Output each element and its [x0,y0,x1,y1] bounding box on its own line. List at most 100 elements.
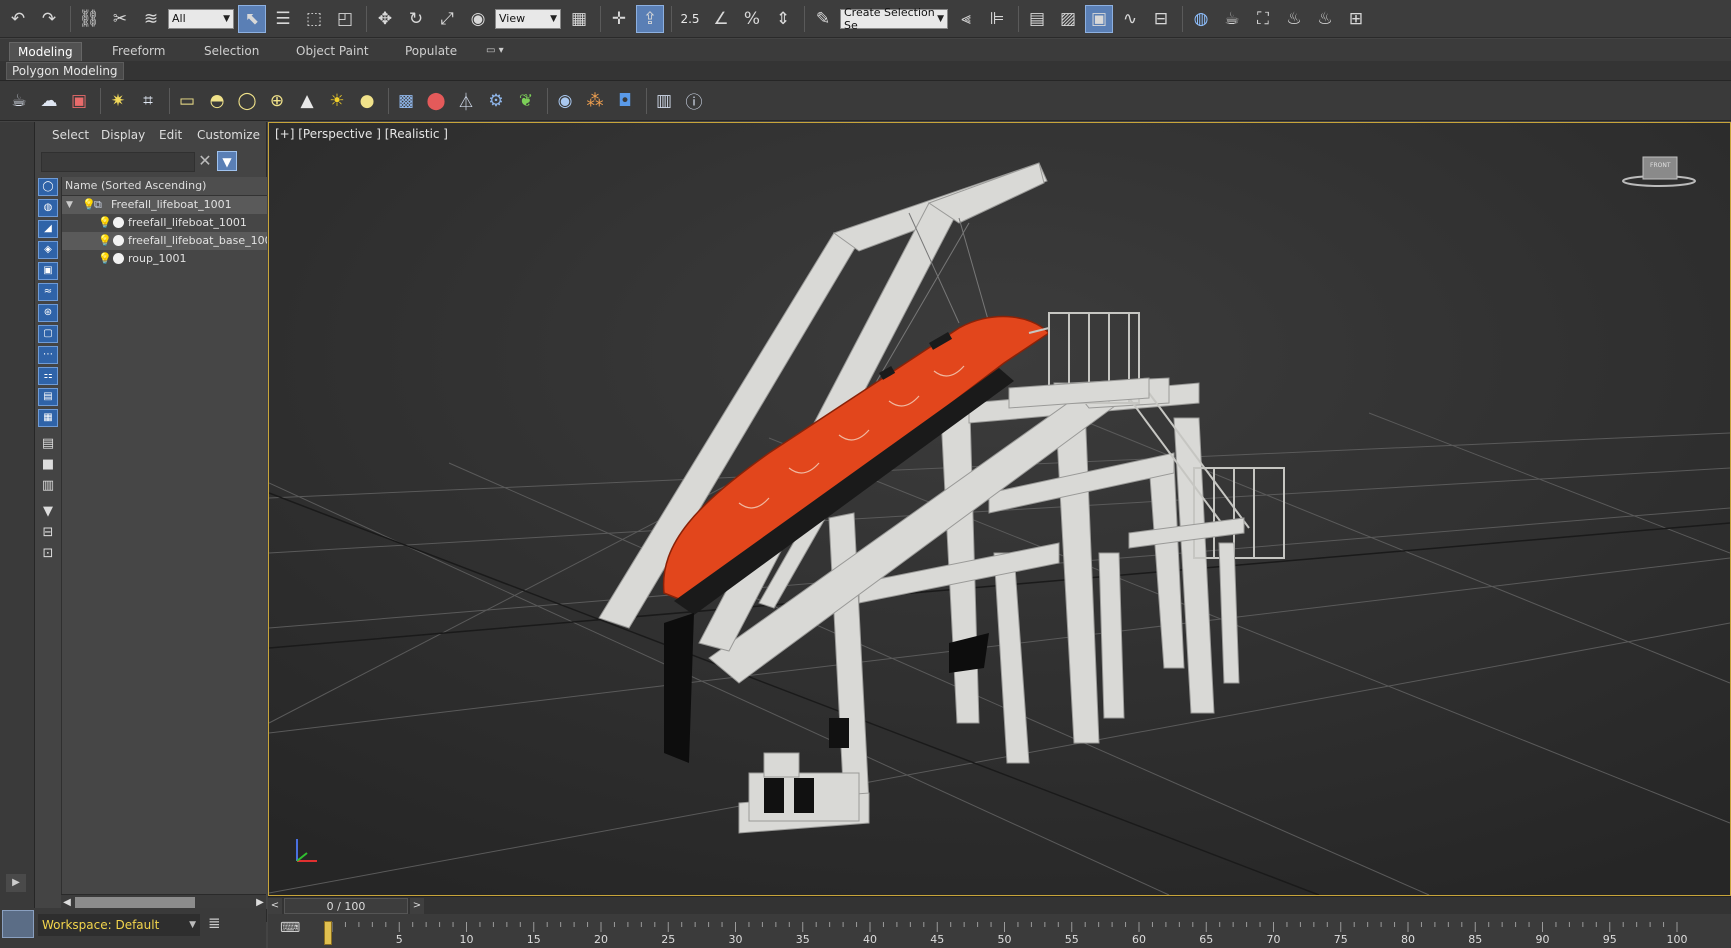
light-icon[interactable]: ✷ [105,88,131,114]
display-containers-icon[interactable]: ▤ [38,388,58,406]
tripod-icon[interactable]: ⏃ [453,88,479,114]
ribbon-options-icon[interactable]: ▭ ▾ [478,42,512,60]
cloud-icon[interactable]: ☁ [36,88,62,114]
display-spacewarps-icon[interactable]: ⊛ [38,304,58,322]
time-slider[interactable]: < 0 / 100 > [268,896,1731,915]
box-icon[interactable]: ▭ [174,88,200,114]
window-crossing-icon[interactable]: ◰ [331,5,359,33]
display-bones-icon[interactable]: ⚏ [38,367,58,385]
tab-populate[interactable]: Populate [397,42,465,60]
curve-editor-icon[interactable]: ∿ [1116,5,1144,33]
unlink-icon[interactable]: ✂ [106,5,134,33]
sky-icon[interactable]: ● [354,88,380,114]
layers-icon[interactable]: ≣ [208,914,221,932]
reference-coordinate-dropdown[interactable]: View ▼ [495,8,561,29]
hemisphere-icon[interactable]: ◓ [204,88,230,114]
gear-icon[interactable]: ⚙ [483,88,509,114]
image-plane-icon[interactable]: ▣ [66,88,92,114]
perspective-viewport[interactable]: [+] [Perspective ] [Realistic ] FRONT [268,122,1731,896]
link-icon[interactable]: ⛓ [75,5,103,33]
cone-icon[interactable]: ▲ [294,88,320,114]
maxscript-mini-listener[interactable] [2,910,34,938]
render-production-icon[interactable]: ♨ [1280,5,1308,33]
geosphere-icon[interactable]: ⊕ [264,88,290,114]
schematic-view-icon[interactable]: ⊟ [1147,5,1175,33]
menu-display[interactable]: Display [101,128,145,142]
tab-freeform[interactable]: Freeform [104,42,173,60]
filter-funnel-icon[interactable]: ▼ [38,504,58,522]
move-icon[interactable]: ✥ [371,5,399,33]
scene-explorer-toggle-icon[interactable]: ▣ [1085,4,1113,33]
filter-icon[interactable]: ▼ [217,151,237,171]
column-header-name[interactable]: Name (Sorted Ascending) [62,177,267,196]
tab-selection[interactable]: Selection [196,42,267,60]
display-all-icon[interactable]: ◯ [38,178,58,196]
toggle-ribbon-icon[interactable]: ▨ [1054,5,1082,33]
select-object-icon[interactable]: ⬉ [238,4,266,33]
scrollbar-thumb[interactable] [75,897,195,908]
previous-frame-icon[interactable]: < [268,898,282,914]
menu-select[interactable]: Select [52,128,89,142]
workspace-selector[interactable]: Workspace: Default ▼ [38,914,200,936]
filter-lock-icon[interactable]: ⊡ [38,546,58,564]
percent-snap-icon[interactable]: % [738,5,766,33]
menu-edit[interactable]: Edit [159,128,182,142]
tree-row[interactable]: 💡 freefall_lifeboat_base_100 [62,232,267,250]
edit-named-selection-icon[interactable]: ✎ [809,5,837,33]
current-frame-marker[interactable] [324,921,332,945]
sphere-icon[interactable]: ◯ [234,88,260,114]
spinner-snap-icon[interactable]: ⇕ [769,5,797,33]
display-geometry-icon[interactable]: ◍ [38,199,58,217]
material-sphere-icon[interactable]: ◉ [552,88,578,114]
explorer-search-input[interactable] [41,152,195,172]
selection-filter-dropdown[interactable]: All ▼ [168,8,234,29]
named-selection-dropdown[interactable]: Create Selection Se ▼ [840,6,948,32]
select-by-name-icon[interactable]: ☰ [269,5,297,33]
display-lights-icon[interactable]: ◈ [38,241,58,259]
tab-modeling[interactable]: Modeling [9,42,82,61]
display-children-icon[interactable]: ▤ [38,436,58,454]
angle-snap-icon[interactable]: ∠ [707,5,735,33]
render-cloud-icon[interactable]: ⊞ [1342,5,1370,33]
keyboard-shortcut-override-icon[interactable]: ⇪ [636,4,664,33]
display-shapes-icon[interactable]: ◢ [38,220,58,238]
lightbulb-icon[interactable]: 💡 [98,232,112,250]
lightbulb-icon[interactable]: 💡 [98,250,112,268]
time-slider-thumb[interactable]: 0 / 100 [284,898,408,914]
placement-icon[interactable]: ◉ [464,5,492,33]
polygon-modeling-panel[interactable]: Polygon Modeling [6,62,124,80]
filter-settings-icon[interactable]: ⊟ [38,525,58,543]
teapot-icon[interactable]: ☕ [6,88,32,114]
expand-arrow-icon[interactable]: ▶ [6,874,26,892]
display-influences-icon[interactable]: ■ [38,457,58,475]
viewcube[interactable]: FRONT [1619,151,1699,194]
pivot-point-icon[interactable]: ▦ [565,5,593,33]
display-groups-icon[interactable]: ▢ [38,325,58,343]
snaps-toggle-icon[interactable]: 2.5 [676,5,704,33]
display-helpers-icon[interactable]: ≈ [38,283,58,301]
close-icon[interactable]: ✕ [195,151,215,171]
tab-object-paint[interactable]: Object Paint [288,42,377,60]
material-editor-icon[interactable]: ◍ [1187,5,1215,33]
rotate-icon[interactable]: ↻ [402,5,430,33]
layer-explorer-icon[interactable]: ▤ [1023,5,1051,33]
render-setup-icon[interactable]: ☕ [1218,5,1246,33]
viewport-label[interactable]: [+] [Perspective ] [Realistic ] [275,127,448,141]
tree-row[interactable]: 💡 freefall_lifeboat_1001 [62,214,267,232]
align-icon[interactable]: ⊫ [983,5,1011,33]
bind-spacewarp-icon[interactable]: ≋ [137,5,165,33]
next-frame-icon[interactable]: > [410,898,424,914]
material-palette-icon[interactable]: ⁂ [582,88,608,114]
undo-icon[interactable]: ↶ [4,5,32,33]
grid-plane-icon[interactable]: ▩ [393,88,419,114]
display-frozen-icon[interactable]: ▦ [38,409,58,427]
particle-icon[interactable]: ⬤ [423,88,449,114]
plant-icon[interactable]: ❦ [513,88,539,114]
tree-row[interactable]: 💡 roup_1001 [62,250,267,268]
redo-icon[interactable]: ↷ [35,5,63,33]
camera-icon[interactable]: ⌗ [135,88,161,114]
render-frame-icon[interactable]: ◘ [612,88,638,114]
scale-icon[interactable]: ⤢ [433,5,461,33]
sun-icon[interactable]: ☀ [324,88,350,114]
track-bar[interactable]: ⌨ 5 10 15 20 25 30 35 40 45 50 55 60 65 70 75 80 85 90 95 1… [268,914,1731,948]
